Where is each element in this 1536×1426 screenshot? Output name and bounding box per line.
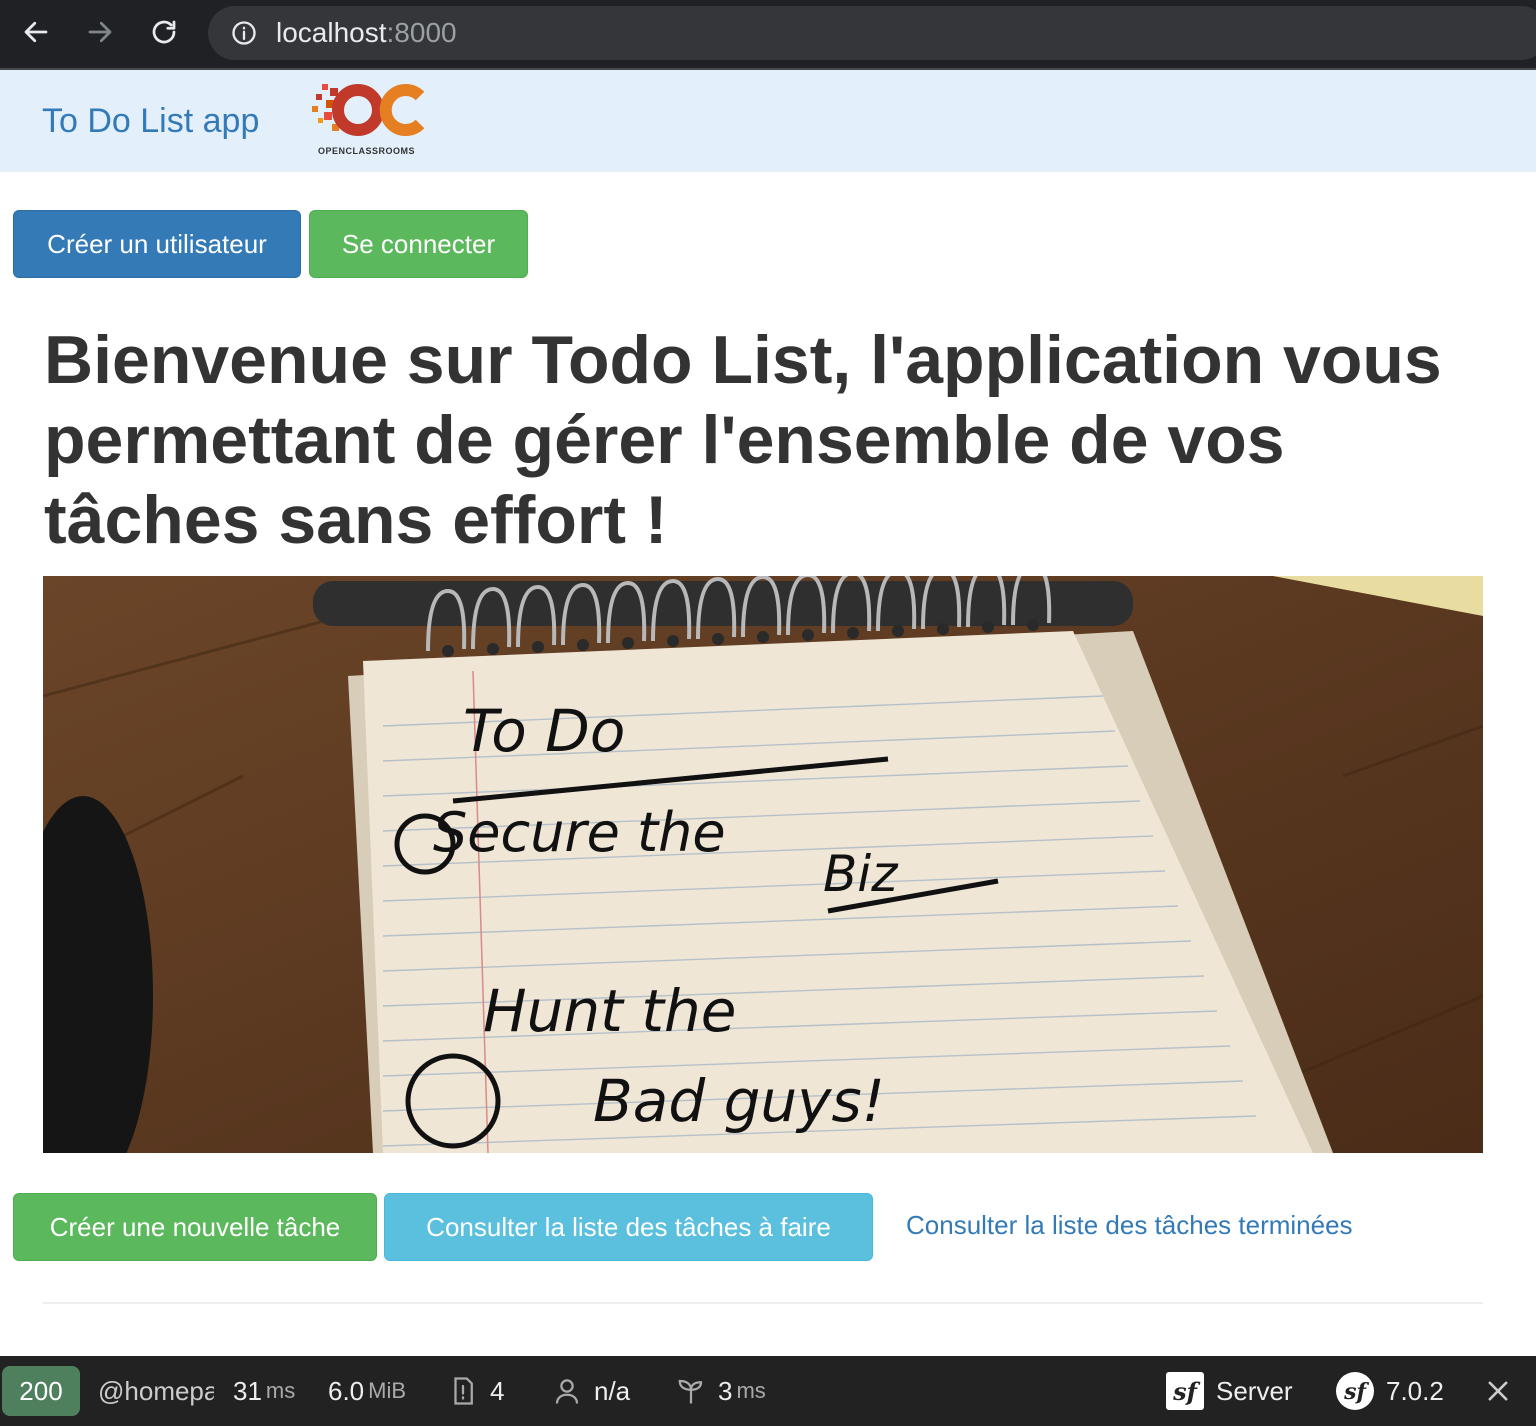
browser-chrome: localhost:8000 — [0, 0, 1536, 68]
reload-button[interactable] — [142, 10, 186, 54]
close-toolbar-button[interactable] — [1484, 1356, 1512, 1426]
log-warning-icon — [454, 1377, 473, 1405]
arrow-right-icon — [88, 21, 112, 43]
info-icon[interactable] — [230, 19, 258, 47]
arrow-left-icon — [24, 21, 48, 43]
status-code-badge[interactable]: 200 — [2, 1366, 80, 1416]
svg-text:sf: sf — [1343, 1379, 1369, 1405]
oc-logo-text: OPENCLASSROOMS — [318, 146, 416, 156]
url-port: :8000 — [386, 17, 457, 48]
symfony-debug-toolbar: 200 @homepa 31 ms 6.0 MiB 4 n/a 3 ms sf Ser… — [0, 1356, 1536, 1426]
login-button[interactable]: Se connecter — [309, 210, 528, 278]
memory-usage[interactable]: 6.0 MiB — [328, 1356, 406, 1426]
image-text-hunt: Hunt the — [483, 977, 737, 1045]
page-title: Bienvenue sur Todo List, l'application v… — [44, 322, 1442, 558]
security-panel[interactable]: n/a — [552, 1356, 630, 1426]
forward-button[interactable] — [78, 10, 122, 54]
route-label: @homepa — [98, 1375, 214, 1406]
navbar: To Do List app OPENCLASSROOMS — [0, 68, 1536, 172]
url-text[interactable]: localhost:8000 — [276, 18, 457, 48]
image-text-biz: Biz — [823, 845, 899, 903]
twig-unit: ms — [736, 1378, 766, 1403]
close-icon — [1488, 1381, 1508, 1401]
user-value: n/a — [594, 1375, 631, 1406]
image-text-bad-guys: Bad guys! — [593, 1067, 885, 1135]
brand-link[interactable]: To Do List app — [42, 102, 259, 141]
memory-value: 6.0 — [328, 1375, 365, 1406]
address-bar[interactable]: localhost:8000 — [208, 6, 1536, 60]
reload-icon — [152, 20, 176, 44]
symfony-version-panel[interactable]: sf 7.0.2 — [1336, 1356, 1444, 1426]
symfony-server-icon: sf — [1166, 1372, 1204, 1410]
openclassrooms-logo: OPENCLASSROOMS — [308, 78, 428, 158]
oc-logo-mark — [312, 84, 425, 136]
divider — [43, 1302, 1483, 1304]
logs-panel[interactable]: 4 — [448, 1356, 504, 1426]
todo-list-button[interactable]: Consulter la liste des tâches à faire — [384, 1193, 873, 1261]
route-name[interactable]: @homepa — [98, 1356, 214, 1426]
notepad-illustration: To Do Secure the Biz Hunt the Bad guys! — [43, 576, 1483, 1153]
logs-count: 4 — [490, 1375, 505, 1406]
request-time[interactable]: 31 ms — [233, 1356, 295, 1426]
create-user-button[interactable]: Créer un utilisateur — [13, 210, 301, 278]
symfony-version: 7.0.2 — [1386, 1375, 1444, 1406]
twig-panel[interactable]: 3 ms — [676, 1356, 766, 1426]
memory-unit: MiB — [368, 1378, 407, 1403]
back-button[interactable] — [14, 10, 58, 54]
twig-leaf-icon — [678, 1379, 703, 1404]
time-unit: ms — [265, 1378, 296, 1403]
image-text-todo: To Do — [463, 697, 625, 765]
svg-text:sf: sf — [1172, 1377, 1201, 1406]
user-icon — [555, 1379, 579, 1404]
todo-notepad-image: To Do Secure the Biz Hunt the Bad guys! — [43, 576, 1483, 1153]
symfony-logo-icon: sf — [1336, 1372, 1374, 1410]
server-label: Server — [1216, 1375, 1293, 1406]
twig-value: 3 — [718, 1375, 733, 1406]
time-value: 31 — [233, 1375, 262, 1406]
server-panel[interactable]: sf Server — [1166, 1356, 1293, 1426]
url-host: localhost — [276, 17, 387, 48]
image-text-secure: Secure the — [433, 801, 726, 864]
create-task-button[interactable]: Créer une nouvelle tâche — [13, 1193, 377, 1261]
done-list-link[interactable]: Consulter la liste des tâches terminées — [906, 1210, 1353, 1241]
